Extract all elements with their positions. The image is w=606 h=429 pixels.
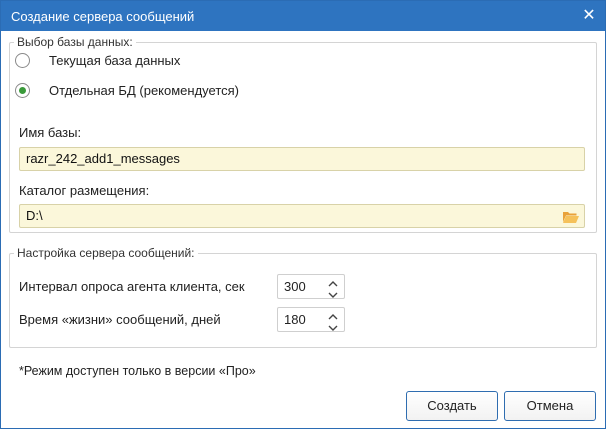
location-value: D:\ xyxy=(26,208,43,223)
close-button[interactable]: ✕ xyxy=(579,6,599,26)
location-label: Каталог размещения: xyxy=(19,183,150,198)
window-title: Создание сервера сообщений xyxy=(11,9,195,24)
radio-separate-db[interactable]: Отдельная БД (рекомендуется) xyxy=(15,82,315,100)
location-input[interactable]: D:\ xyxy=(19,204,585,228)
folder-open-icon[interactable] xyxy=(562,209,580,223)
poll-interval-label: Интервал опроса агента клиента, сек xyxy=(19,279,245,294)
poll-interval-value: 300 xyxy=(284,279,306,294)
message-ttl-stepper[interactable]: 180 xyxy=(277,307,345,332)
version-note: *Режим доступен только в версии «Про» xyxy=(19,364,256,378)
radio-button[interactable] xyxy=(15,53,30,68)
spin-up-icon[interactable] xyxy=(327,277,339,287)
db-name-input[interactable]: razr_242_add1_messages xyxy=(19,147,585,171)
db-name-label: Имя базы: xyxy=(19,125,82,140)
radio-current-db[interactable]: Текущая база данных xyxy=(15,52,315,70)
database-selection-legend: Выбор базы данных: xyxy=(17,35,133,49)
create-button[interactable]: Создать xyxy=(406,391,498,421)
cancel-button[interactable]: Отмена xyxy=(504,391,596,421)
spin-down-icon[interactable] xyxy=(327,288,339,298)
close-icon: ✕ xyxy=(582,7,596,24)
message-ttl-value: 180 xyxy=(284,312,306,327)
dialog-window: Создание сервера сообщений ✕ Выбор базы … xyxy=(0,0,606,429)
radio-button-checked[interactable] xyxy=(15,83,30,98)
poll-interval-stepper[interactable]: 300 xyxy=(277,274,345,299)
title-bar[interactable]: Создание сервера сообщений ✕ xyxy=(1,1,605,31)
radio-label: Отдельная БД (рекомендуется) xyxy=(49,83,239,98)
spin-up-icon[interactable] xyxy=(327,310,339,320)
radio-label: Текущая база данных xyxy=(49,53,181,68)
server-settings-legend: Настройка сервера сообщений: xyxy=(17,246,195,260)
spin-down-icon[interactable] xyxy=(327,321,339,331)
message-ttl-label: Время «жизни» сообщений, дней xyxy=(19,312,221,327)
